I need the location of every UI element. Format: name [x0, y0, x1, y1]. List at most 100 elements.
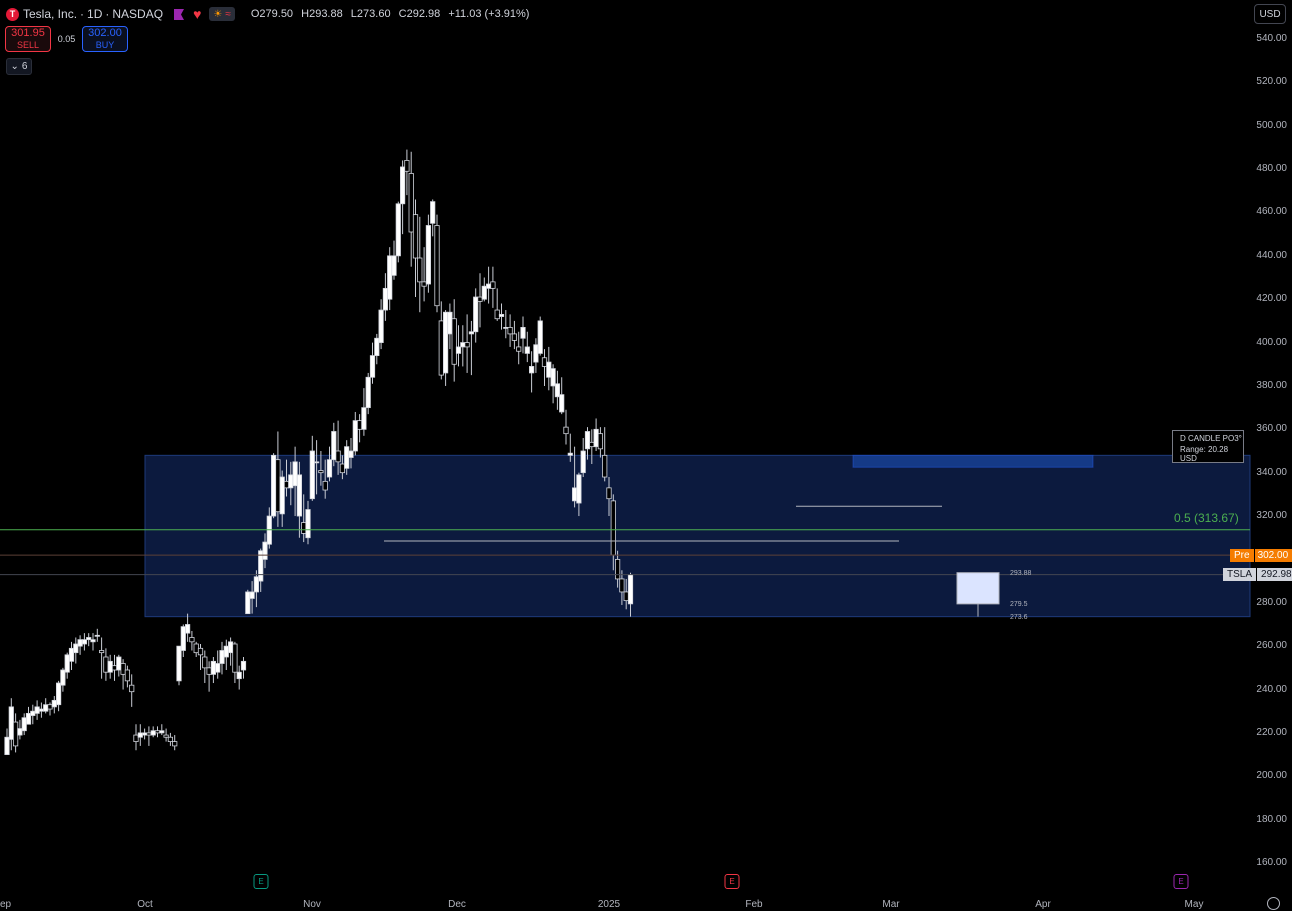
- candle: [382, 273, 389, 321]
- candle: [219, 641, 225, 675]
- price-axis-label: 200.00: [1256, 770, 1287, 782]
- candle: [30, 704, 36, 725]
- candle: [90, 633, 96, 651]
- candle: [184, 613, 191, 642]
- candle: [94, 628, 100, 642]
- sell-button[interactable]: 301.95 SELL: [5, 26, 51, 52]
- candle: [537, 316, 543, 356]
- candle: [425, 214, 432, 293]
- candle: [387, 247, 393, 311]
- candle: [133, 724, 139, 751]
- candle: [116, 654, 122, 677]
- candle: [17, 719, 23, 740]
- candle: [485, 266, 492, 304]
- candle: [593, 418, 599, 451]
- projected-candle-body[interactable]: [956, 572, 1000, 605]
- candle: [43, 698, 49, 714]
- candle: [215, 650, 221, 679]
- candle: [563, 409, 569, 445]
- po3-info-box[interactable]: D CANDLE PO3° Range: 20.28 USD: [1172, 430, 1244, 463]
- candle: [210, 657, 216, 684]
- candle: [395, 201, 401, 263]
- candle: [503, 310, 509, 339]
- candle: [167, 732, 173, 746]
- candle: [421, 247, 427, 302]
- candle: [408, 151, 414, 267]
- candle: [8, 698, 14, 751]
- market-status-pill[interactable]: ☀ ≈: [209, 7, 235, 21]
- price-axis-label: 440.00: [1256, 249, 1287, 261]
- wave-icon: ≈: [225, 8, 231, 20]
- price-axis-label: 260.00: [1256, 640, 1287, 652]
- price-axis-label: 540.00: [1256, 33, 1287, 44]
- candle: [490, 266, 496, 308]
- candle: [442, 310, 449, 386]
- candle: [4, 728, 10, 755]
- flag-icon[interactable]: [173, 8, 185, 20]
- candle: [399, 160, 406, 235]
- candle: [223, 639, 229, 671]
- candle: [176, 645, 182, 686]
- symbol-header: T Tesla, Inc. · 1D · NASDAQ ♥ ☀ ≈ O279.5…: [6, 6, 534, 22]
- earnings-badge-icon[interactable]: E: [724, 874, 740, 889]
- price-chart[interactable]: [0, 0, 1292, 911]
- time-axis-label: Nov: [303, 899, 321, 910]
- candle: [524, 331, 530, 363]
- earnings-badge-icon[interactable]: E: [1173, 874, 1189, 889]
- earnings-badge-icon[interactable]: E: [253, 874, 269, 889]
- candle: [68, 641, 75, 671]
- tesla-logo-icon: T: [6, 7, 19, 21]
- candle: [516, 331, 522, 365]
- candle: [580, 437, 586, 478]
- time-axis-label: Dec: [448, 899, 466, 910]
- time-axis-label: May: [1184, 899, 1204, 910]
- buy-button[interactable]: 302.00 BUY: [82, 26, 128, 52]
- price-axis-label: 220.00: [1256, 726, 1287, 738]
- candle: [404, 149, 410, 196]
- price-axis-label: 400.00: [1256, 336, 1287, 348]
- price-axis-label: 480.00: [1256, 163, 1287, 175]
- symbol-exchange: NASDAQ: [112, 7, 164, 21]
- candle: [111, 654, 118, 681]
- currency-selector[interactable]: USD: [1254, 4, 1286, 24]
- projection-high-label: 293.88: [1010, 570, 1032, 577]
- price-axis-label: 180.00: [1256, 813, 1287, 825]
- candle: [546, 346, 552, 391]
- symbol-name[interactable]: Tesla, Inc.: [23, 7, 77, 21]
- sub-zone[interactable]: [852, 454, 1094, 468]
- candle: [438, 301, 444, 380]
- candle: [464, 314, 470, 373]
- candle: [25, 706, 32, 725]
- sun-icon: ☀: [213, 8, 223, 20]
- price-axis-label: 520.00: [1256, 76, 1287, 88]
- candle: [391, 240, 397, 280]
- candle: [202, 650, 208, 684]
- candle: [529, 351, 535, 393]
- candle: [597, 427, 604, 458]
- candle: [86, 633, 92, 647]
- fib-level-label: 0.5 (313.67): [1174, 511, 1239, 525]
- indicators-collapse-button[interactable]: ⌄ 6: [6, 58, 32, 75]
- candle: [374, 333, 380, 365]
- symbol-interval[interactable]: 1D: [87, 7, 102, 21]
- candle: [99, 637, 105, 679]
- candle: [193, 641, 199, 657]
- candle: [103, 648, 109, 681]
- candle: [77, 635, 83, 655]
- candle: [365, 372, 371, 415]
- trade-panel: 301.95 SELL 0.05 302.00 BUY: [5, 26, 128, 52]
- time-axis-label: Oct: [137, 899, 153, 910]
- candle: [468, 320, 475, 376]
- candle: [498, 303, 505, 330]
- candle: [270, 453, 277, 519]
- chevron-down-icon: ⌄: [10, 61, 19, 72]
- candle: [137, 724, 143, 746]
- price-axis-label: 160.00: [1256, 857, 1287, 868]
- time-axis-label: ep: [0, 899, 12, 910]
- candle: [146, 726, 152, 746]
- price-axis-label: 320.00: [1256, 510, 1287, 522]
- candle: [129, 674, 135, 707]
- projection-low-label: 273.6: [1010, 614, 1028, 621]
- heart-icon[interactable]: ♥: [193, 7, 201, 21]
- settings-gear-icon[interactable]: [1267, 897, 1280, 910]
